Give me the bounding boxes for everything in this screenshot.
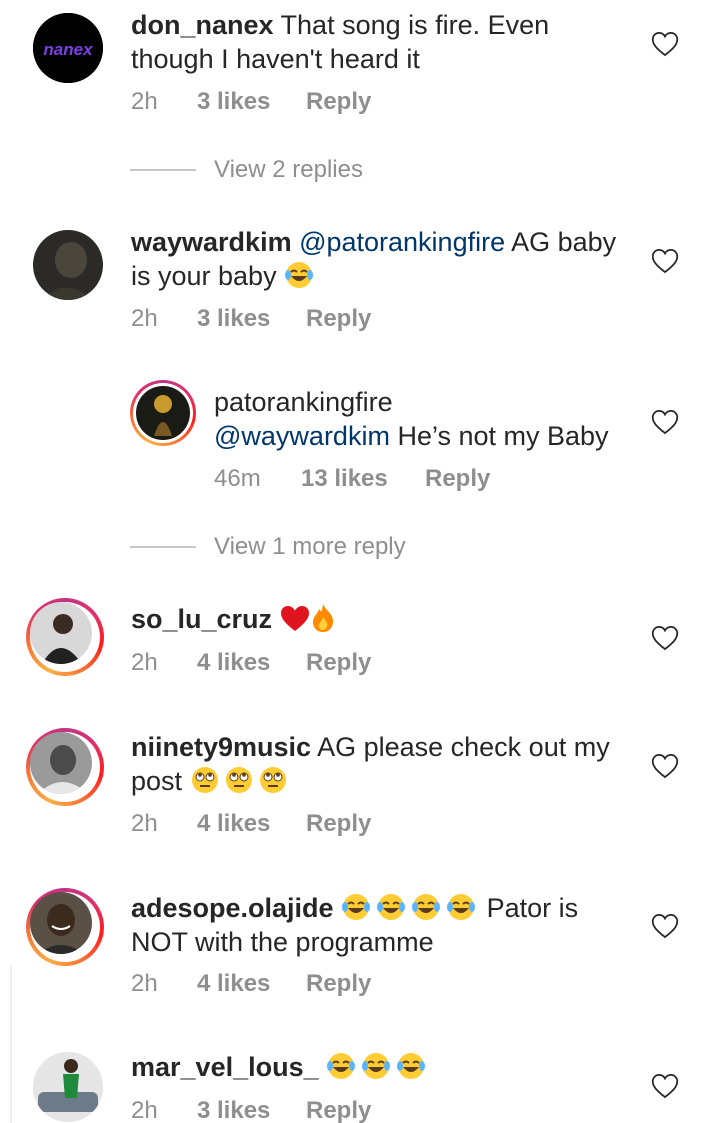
- likes-count[interactable]: 3 likes: [197, 1097, 306, 1123]
- avatar-story-ring[interactable]: [26, 728, 104, 806]
- reply-button[interactable]: Reply: [306, 305, 371, 333]
- comment-meta: 2h 3 likes Reply: [131, 305, 371, 333]
- comments-page: nanex don_nanex That song is fire. Even …: [0, 0, 720, 1123]
- avatar-image: [33, 230, 103, 300]
- heart-outline-icon[interactable]: [651, 409, 679, 435]
- avatar-story-ring[interactable]: [26, 598, 104, 676]
- avatar-story-ring[interactable]: [26, 888, 104, 966]
- heart-outline-icon[interactable]: [651, 31, 679, 57]
- view-replies-button[interactable]: View 2 replies: [130, 156, 363, 184]
- reply-button[interactable]: Reply: [425, 465, 490, 493]
- heart-outline-icon[interactable]: [651, 248, 679, 274]
- mention-link[interactable]: @patorankingfire: [292, 227, 505, 257]
- reply-button[interactable]: Reply: [306, 970, 371, 998]
- avatar-image: [30, 892, 92, 954]
- heart-outline-icon[interactable]: [651, 625, 679, 651]
- divider-line: [130, 546, 196, 548]
- timestamp: 2h: [131, 88, 158, 115]
- reply-button[interactable]: Reply: [306, 88, 371, 116]
- likes-count[interactable]: 13 likes: [301, 465, 425, 493]
- comment-meta: 2h 4 likes Reply: [131, 649, 371, 677]
- avatar[interactable]: [33, 230, 103, 300]
- username[interactable]: mar_vel_lous_: [131, 1052, 319, 1082]
- avatar-image: [30, 602, 92, 664]
- likes-count[interactable]: 4 likes: [197, 649, 306, 677]
- reply-button[interactable]: Reply: [306, 1097, 371, 1123]
- timestamp: 2h: [131, 305, 158, 332]
- comment-meta: 2h 3 likes Reply: [131, 1097, 371, 1123]
- laughing-emoji: [342, 894, 476, 920]
- timestamp: 2h: [131, 970, 158, 997]
- likes-count[interactable]: 3 likes: [197, 88, 306, 116]
- avatar-image: nanex: [33, 13, 103, 83]
- comment-text: patorankingfire @waywardkim He’s not my B…: [214, 385, 634, 453]
- rolling-eyes-emoji: [191, 767, 286, 793]
- comment-text: adesope.olajide Pator is NOT with the pr…: [131, 891, 631, 959]
- comment-text: waywardkim @patorankingfire AG baby is y…: [131, 225, 631, 293]
- avatar-image: [33, 1052, 103, 1122]
- avatar[interactable]: [33, 1052, 103, 1122]
- comment-meta: 2h 4 likes Reply: [131, 810, 371, 838]
- username[interactable]: waywardkim: [131, 227, 292, 257]
- comment-meta: 2h 4 likes Reply: [131, 970, 371, 998]
- username[interactable]: don_nanex: [131, 10, 274, 40]
- comment-body: He’s not my Baby: [389, 421, 609, 451]
- comment-meta: 46m 13 likes Reply: [214, 465, 490, 493]
- comment-meta: 2h 3 likes Reply: [131, 88, 371, 116]
- timestamp: 2h: [131, 1097, 158, 1123]
- left-edge-shadow: [10, 965, 12, 1123]
- view-replies-label: View 1 more reply: [214, 533, 406, 560]
- avatar-story-ring[interactable]: [130, 380, 196, 446]
- reply-button[interactable]: Reply: [306, 810, 371, 838]
- comment-text: mar_vel_lous_: [131, 1050, 631, 1084]
- view-more-replies-button[interactable]: View 1 more reply: [130, 533, 406, 561]
- username[interactable]: niinety9music: [131, 732, 311, 762]
- avatar-image: [30, 732, 92, 794]
- likes-count[interactable]: 3 likes: [197, 305, 306, 333]
- reply-button[interactable]: Reply: [306, 649, 371, 677]
- timestamp: 2h: [131, 649, 158, 676]
- likes-count[interactable]: 4 likes: [197, 970, 306, 998]
- timestamp: 46m: [214, 465, 261, 492]
- fire-emoji: [312, 604, 333, 632]
- comment-text: don_nanex That song is fire. Even though…: [131, 8, 631, 76]
- red-heart-emoji: [280, 606, 309, 631]
- comment-text: so_lu_cruz: [131, 602, 631, 636]
- comment-text: niinety9music AG please check out my pos…: [131, 730, 631, 798]
- username[interactable]: adesope.olajide: [131, 893, 334, 923]
- likes-count[interactable]: 4 likes: [197, 810, 306, 838]
- avatar-image: [136, 386, 190, 440]
- view-replies-label: View 2 replies: [214, 156, 363, 183]
- heart-outline-icon[interactable]: [651, 753, 679, 779]
- avatar[interactable]: nanex: [33, 13, 103, 83]
- username[interactable]: patorankingfire: [214, 387, 393, 417]
- laughing-emoji: [327, 1053, 426, 1079]
- mention-link[interactable]: @waywardkim: [214, 421, 390, 451]
- heart-outline-icon[interactable]: [651, 1073, 679, 1099]
- timestamp: 2h: [131, 810, 158, 837]
- avatar-logo-text: nanex: [43, 40, 94, 59]
- laughing-emoji: [285, 262, 314, 288]
- heart-outline-icon[interactable]: [651, 913, 679, 939]
- username[interactable]: so_lu_cruz: [131, 604, 272, 634]
- divider-line: [130, 169, 196, 171]
